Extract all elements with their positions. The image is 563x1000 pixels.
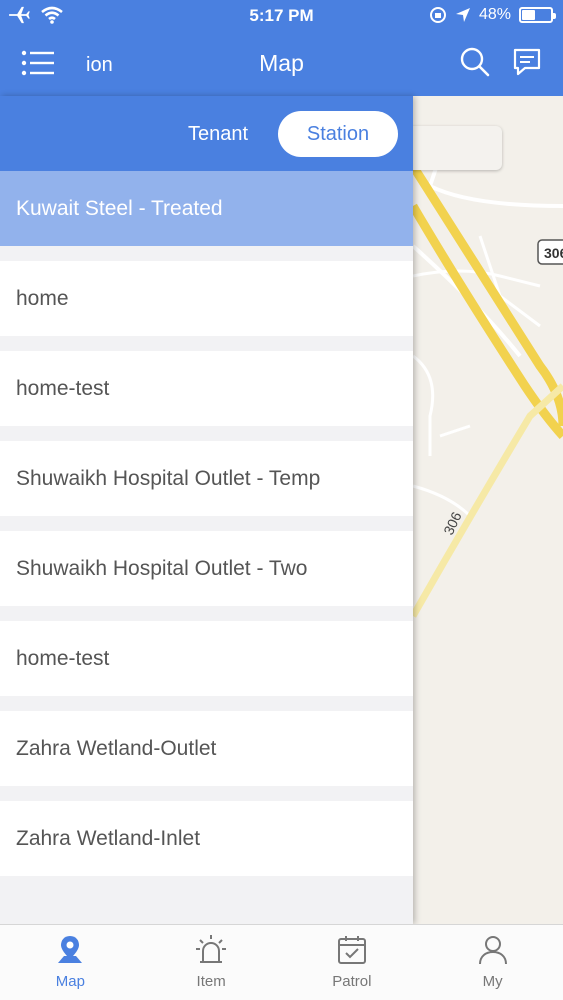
tab-bar: Map Item Patrol My — [0, 924, 563, 1000]
tab-item[interactable]: Item — [141, 925, 282, 1000]
location-arrow-icon — [455, 8, 470, 22]
tab-item-label: Item — [196, 973, 226, 990]
chat-icon — [513, 48, 541, 76]
messages-button[interactable] — [511, 46, 543, 78]
top-bar: 5:17 PM 48% ion Map — [0, 0, 563, 96]
alarm-light-icon — [196, 935, 227, 963]
station-item[interactable]: Shuwaikh Hospital Outlet - Two — [0, 531, 413, 606]
station-drawer: Tenant Station Kuwait Steel - Treated ho… — [0, 96, 413, 924]
tab-map-label: Map — [55, 973, 85, 990]
station-item[interactable]: Zahra Wetland-Outlet — [0, 711, 413, 786]
station-label: Kuwait Steel - Treated — [16, 196, 223, 220]
orientation-lock-icon — [429, 7, 446, 23]
station-label: Shuwaikh Hospital Outlet - Temp — [16, 466, 321, 490]
station-item[interactable]: Zahra Wetland-Inlet — [0, 801, 413, 876]
station-item[interactable]: home — [0, 261, 413, 336]
user-icon — [478, 936, 507, 965]
tab-patrol[interactable]: Patrol — [282, 925, 423, 1000]
status-bar: 5:17 PM 48% — [0, 0, 563, 34]
tab-map[interactable]: Map — [0, 925, 141, 1000]
station-label: Shuwaikh Hospital Outlet - Two — [16, 556, 308, 580]
segment-station[interactable]: Station — [278, 111, 398, 157]
station-item[interactable]: home-test — [0, 351, 413, 426]
battery-icon — [519, 7, 556, 23]
station-item[interactable]: Shuwaikh Hospital Outlet - Temp — [0, 441, 413, 516]
station-label: home-test — [16, 646, 110, 670]
search-icon — [460, 47, 490, 77]
calendar-check-icon — [337, 936, 366, 964]
station-list: Kuwait Steel - Treated home home-test Sh… — [0, 171, 413, 876]
station-item[interactable]: home-test — [0, 621, 413, 696]
search-button[interactable] — [459, 46, 491, 78]
road-label-306-shield: 306 — [544, 245, 563, 261]
station-item[interactable]: Kuwait Steel - Treated — [0, 171, 413, 246]
station-label: Zahra Wetland-Inlet — [16, 826, 201, 850]
map-pin-icon — [58, 936, 83, 963]
tab-patrol-label: Patrol — [332, 973, 372, 990]
battery-percent: 48% — [478, 6, 511, 23]
station-label: home — [16, 286, 69, 310]
segment-tenant[interactable]: Tenant — [168, 112, 268, 156]
tab-my-label: My — [482, 973, 503, 990]
station-label: Zahra Wetland-Outlet — [16, 736, 217, 760]
segmented-control: Tenant Station — [0, 96, 413, 171]
tab-my[interactable]: My — [422, 925, 563, 1000]
station-label: home-test — [16, 376, 110, 400]
